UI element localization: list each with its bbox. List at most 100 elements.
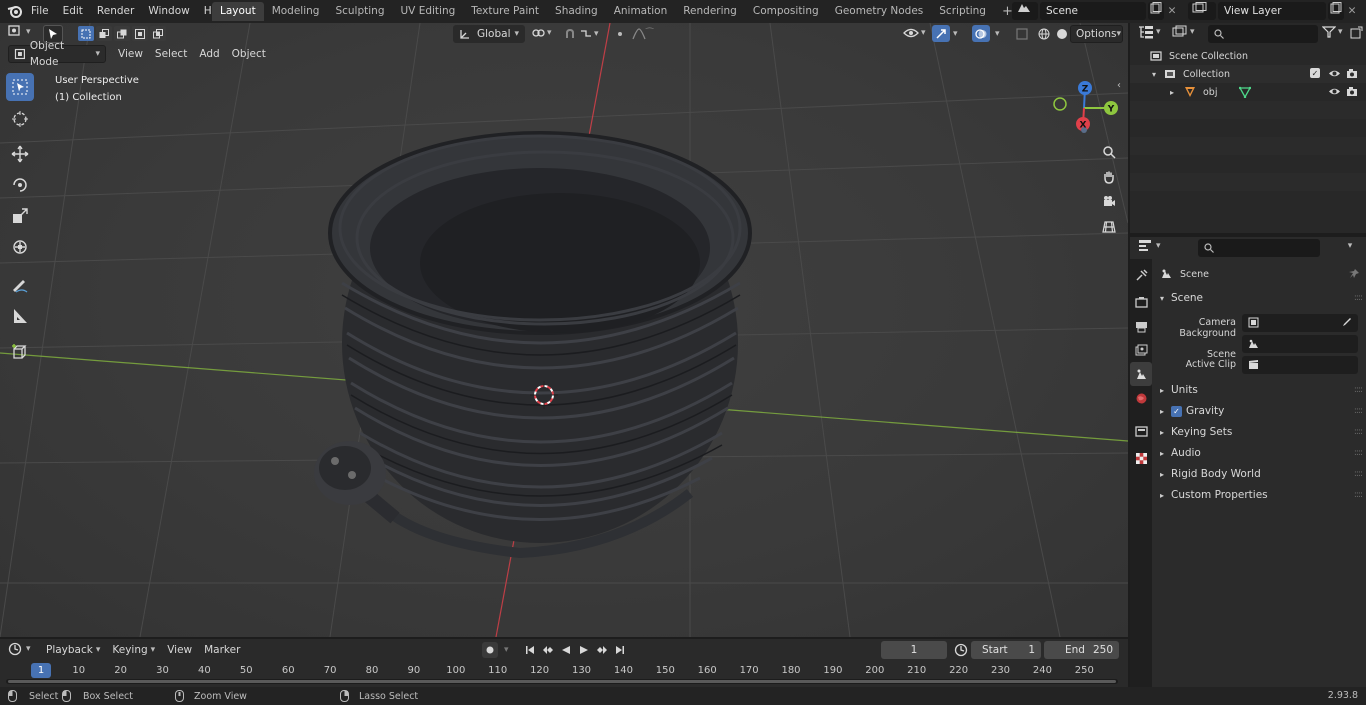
proportional-falloff-dropdown[interactable]: ⁀ [632,27,653,40]
playhead[interactable]: 1 [31,663,51,678]
editor-type-selector[interactable]: ▾ [8,25,31,39]
drag-handle-icon[interactable]: :::: [1354,380,1363,401]
transform-tool-icon[interactable] [6,233,34,261]
chevron-down-icon[interactable]: ▾ [953,29,958,39]
tab-geometry-nodes[interactable]: Geometry Nodes [827,2,932,21]
tab-uv-editing[interactable]: UV Editing [393,2,464,21]
expand-arrow-icon[interactable]: ▸ [1170,88,1180,97]
drag-handle-icon[interactable]: :::: [1354,288,1363,309]
solid-shading-icon[interactable] [1053,25,1070,42]
marker-menu[interactable]: Marker [198,641,246,659]
properties-options-chevron-icon[interactable]: ▾ [1342,241,1358,255]
menu-object[interactable]: Object [226,45,272,63]
timeline-editor-type[interactable]: ▾ [8,642,31,656]
xray-toggle-icon[interactable] [1015,27,1029,44]
new-collection-icon[interactable] [1350,26,1363,42]
wireframe-shading-icon[interactable] [1035,25,1052,42]
tab-texture-paint[interactable]: Texture Paint [463,2,547,21]
menu-render[interactable]: Render [90,0,141,23]
tab-scripting[interactable]: Scripting [931,2,994,21]
annotate-tool-icon[interactable] [6,271,34,299]
outliner-search-input[interactable] [1208,25,1318,43]
drag-handle-icon[interactable]: :::: [1354,422,1363,443]
menu-select[interactable]: Select [149,45,193,63]
navigation-gizmo[interactable]: Z Y X [1050,78,1120,138]
rotate-tool-icon[interactable] [6,171,34,199]
jump-end-icon[interactable] [612,642,628,658]
camera-view-icon[interactable] [1098,191,1120,213]
visibility-dropdown[interactable]: ▾ [903,26,926,40]
texture-tab-icon[interactable] [1130,446,1152,470]
camera-field[interactable] [1242,313,1358,332]
proportional-edit-icon[interactable] [612,25,628,42]
menu-view[interactable]: View [112,45,149,63]
view-layer-name-field[interactable]: View Layer [1218,2,1326,20]
cable-coil-object[interactable] [314,131,752,559]
display-mode-dropdown[interactable]: ▾ [1172,25,1195,39]
jump-start-icon[interactable] [522,642,538,658]
view-layer-new-icon[interactable] [1328,2,1344,20]
collection-exclude-checkbox[interactable]: ✓ [1310,68,1320,78]
menu-edit[interactable]: Edit [56,0,90,23]
select-invert-icon[interactable] [132,26,148,41]
options-dropdown[interactable]: Options ▾ [1070,25,1123,43]
overlays-icon[interactable] [972,25,990,42]
view-layer-tab-icon[interactable] [1130,338,1152,362]
tab-modeling[interactable]: Modeling [264,2,328,21]
audio-panel-header[interactable]: ▸ Audio :::: [1156,443,1363,464]
3d-viewport[interactable]: User Perspective (1) Collection Z Y X ‹ [0,23,1128,637]
select-intersect-icon[interactable] [150,26,166,41]
pin-icon[interactable] [1348,268,1360,280]
units-panel-header[interactable]: ▸ Units :::: [1156,380,1363,401]
scene-name-field[interactable]: Scene [1040,2,1146,20]
measure-tool-icon[interactable] [6,302,34,330]
tab-layout[interactable]: Layout [212,2,264,21]
object-visibility-eye-icon[interactable] [1328,86,1341,97]
prev-keyframe-icon[interactable] [540,642,556,658]
render-tab-icon[interactable] [1130,290,1152,314]
scale-tool-icon[interactable] [6,202,34,230]
view-layer-close-icon[interactable]: ✕ [1344,5,1360,17]
scene-browse-button[interactable] [1012,2,1038,20]
chevron-down-icon[interactable]: ▾ [504,645,509,655]
sidebar-toggle-icon[interactable]: ‹ [1117,80,1121,91]
scene-new-icon[interactable] [1148,2,1164,20]
timeline-view-menu[interactable]: View [161,641,198,659]
tab-rendering[interactable]: Rendering [675,2,745,21]
auto-keying-record-icon[interactable] [482,642,498,658]
current-frame-field[interactable]: 1 [881,641,947,659]
menu-window[interactable]: Window [141,0,196,23]
object-mode-dropdown[interactable]: Object Mode ▾ [8,40,106,68]
scene-panel-header[interactable]: ▾ Scene :::: [1156,288,1363,309]
gizmo-toggle-icon[interactable] [932,25,950,42]
select-extend-icon[interactable] [96,26,112,41]
collection-visibility-eye-icon[interactable] [1328,68,1341,79]
object-render-camera-icon[interactable] [1346,86,1358,97]
mesh-data-icon[interactable] [1239,86,1252,98]
output-tab-icon[interactable] [1130,314,1152,338]
keying-menu[interactable]: Keying ▾ [106,641,161,659]
background-scene-field[interactable] [1242,334,1358,353]
ortho-grid-icon[interactable] [1098,216,1120,238]
play-icon[interactable] [576,642,592,658]
gravity-checkbox[interactable]: ✓ [1171,406,1182,417]
menu-file[interactable]: File [24,0,56,23]
tab-animation[interactable]: Animation [606,2,676,21]
add-cube-tool-icon[interactable] [6,338,34,366]
select-box-tool-icon[interactable] [6,73,34,101]
timeline-scrollbar-thumb[interactable] [8,680,1116,683]
tool-tab-icon[interactable] [1130,263,1152,287]
scene-tab-icon[interactable] [1130,362,1152,386]
custom-properties-panel-header[interactable]: ▸ Custom Properties :::: [1156,485,1363,506]
move-tool-icon[interactable] [6,140,34,168]
properties-search-input[interactable] [1198,239,1320,257]
start-frame-field[interactable]: Start 1 [971,641,1041,659]
filter-dropdown[interactable]: ▾ [1322,26,1343,38]
frame-ruler[interactable]: 10 20 30 40 50 60 70 80 90 100 110 120 130 140 150 160 1… [0,663,1128,685]
drag-handle-icon[interactable]: :::: [1354,485,1363,506]
tab-compositing[interactable]: Compositing [745,2,827,21]
outliner-editor-type[interactable]: ▾ [1138,25,1161,39]
end-frame-field[interactable]: End 250 [1044,641,1119,659]
play-reverse-icon[interactable] [558,642,574,658]
pivot-point-dropdown[interactable]: ▾ [531,26,552,40]
